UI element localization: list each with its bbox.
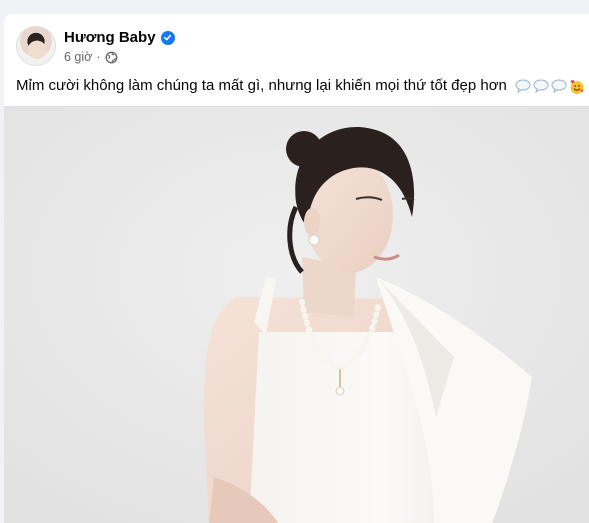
- speech-bubble-icon: [551, 79, 567, 94]
- post-time[interactable]: 6 giờ: [64, 50, 92, 64]
- avatar[interactable]: [16, 26, 56, 66]
- separator: ·: [96, 50, 101, 64]
- post-meta: Hương Baby 6 giờ ·: [64, 28, 175, 64]
- post-subinfo: 6 giờ ·: [64, 50, 175, 64]
- globe-icon[interactable]: [105, 51, 118, 64]
- woman-portrait-image: [4, 107, 589, 523]
- author-row: Hương Baby: [64, 28, 175, 47]
- caption-text: Mỉm cười không làm chúng ta mất gì, nhưn…: [16, 77, 507, 94]
- author-name[interactable]: Hương Baby: [64, 29, 156, 46]
- smiling-face-with-hearts-icon: [569, 79, 585, 95]
- post-caption: Mỉm cười không làm chúng ta mất gì, nhưn…: [16, 76, 585, 96]
- post-card: Hương Baby 6 giờ · Mỉm cười không làm ch…: [4, 14, 589, 523]
- verified-badge-icon: [160, 30, 175, 45]
- post-header: Hương Baby 6 giờ ·: [16, 26, 175, 66]
- speech-bubble-icon: [533, 79, 549, 94]
- caption-emojis: [515, 79, 585, 95]
- speech-bubble-icon: [515, 79, 531, 94]
- post-photo[interactable]: [4, 106, 589, 523]
